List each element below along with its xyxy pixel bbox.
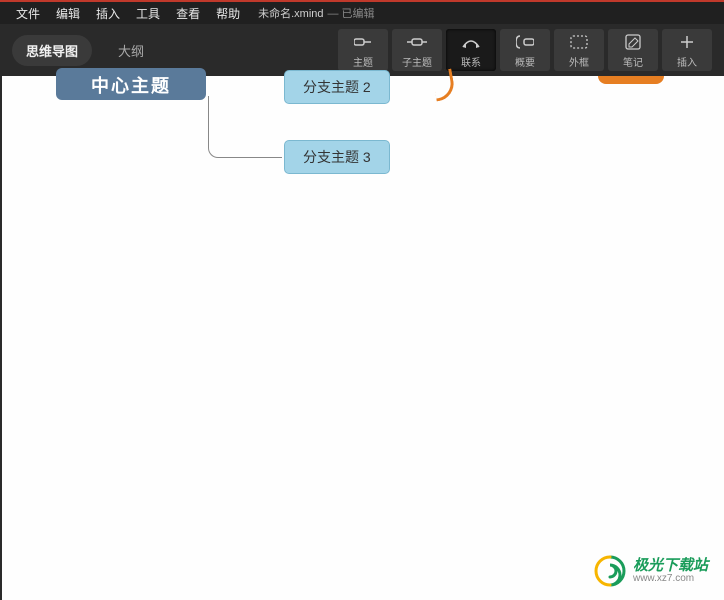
watermark-cn: 极光下载站 xyxy=(633,558,708,575)
notes-icon xyxy=(625,32,641,52)
summary-icon xyxy=(516,32,534,52)
boundary-icon xyxy=(570,32,588,52)
branch-topic-2[interactable]: 分支主题 2 xyxy=(284,70,390,104)
tool-summary-label: 概要 xyxy=(515,54,535,69)
toolbar-left: 思维导图 大纲 xyxy=(12,35,154,66)
tab-mindmap[interactable]: 思维导图 xyxy=(12,35,92,66)
tool-subtopic[interactable]: 子主题 xyxy=(392,29,442,71)
tool-notes-label: 笔记 xyxy=(623,54,643,69)
menu-edit[interactable]: 编辑 xyxy=(48,5,88,22)
tool-insert[interactable]: 插入 xyxy=(662,29,712,71)
central-topic-node[interactable]: 中心主题 xyxy=(56,68,206,100)
insert-icon xyxy=(679,32,695,52)
document-status: — 已编辑 xyxy=(328,5,375,21)
topic-icon xyxy=(354,32,372,52)
tool-topic[interactable]: 主题 xyxy=(338,29,388,71)
menu-bar: 文件 编辑 插入 工具 查看 帮助 未命名.xmind — 已编辑 xyxy=(0,0,724,24)
tool-summary[interactable]: 概要 xyxy=(500,29,550,71)
menu-help[interactable]: 帮助 xyxy=(208,5,248,22)
tab-outline[interactable]: 大纲 xyxy=(108,35,154,66)
connector-line xyxy=(208,96,282,158)
watermark-text: 极光下载站 www.xz7.com xyxy=(633,558,708,585)
tool-notes[interactable]: 笔记 xyxy=(608,29,658,71)
tool-insert-label: 插入 xyxy=(677,54,697,69)
toolbar-right: 主题 子主题 联系 概要 外框 xyxy=(338,29,712,71)
branch-topic-3[interactable]: 分支主题 3 xyxy=(284,140,390,174)
orange-decoration xyxy=(598,76,664,84)
relationship-icon xyxy=(461,32,481,52)
menu-view[interactable]: 查看 xyxy=(168,5,208,22)
mindmap-canvas[interactable]: 中心主题 分支主题 2 分支主题 3 极光下载站 www.xz7.com xyxy=(0,76,724,600)
menu-file[interactable]: 文件 xyxy=(8,5,48,22)
menu-tools[interactable]: 工具 xyxy=(128,5,168,22)
tool-relationship-label: 联系 xyxy=(461,54,481,69)
tool-relationship[interactable]: 联系 xyxy=(446,29,496,71)
tool-topic-label: 主题 xyxy=(353,54,373,69)
watermark: 极光下载站 www.xz7.com xyxy=(593,554,708,588)
menu-insert[interactable]: 插入 xyxy=(88,5,128,22)
tool-subtopic-label: 子主题 xyxy=(402,54,432,69)
tool-boundary-label: 外框 xyxy=(569,54,589,69)
document-title: 未命名.xmind xyxy=(258,5,323,21)
watermark-logo-icon xyxy=(593,554,627,588)
tool-boundary[interactable]: 外框 xyxy=(554,29,604,71)
watermark-en: www.xz7.com xyxy=(633,574,708,584)
subtopic-icon xyxy=(407,32,427,52)
